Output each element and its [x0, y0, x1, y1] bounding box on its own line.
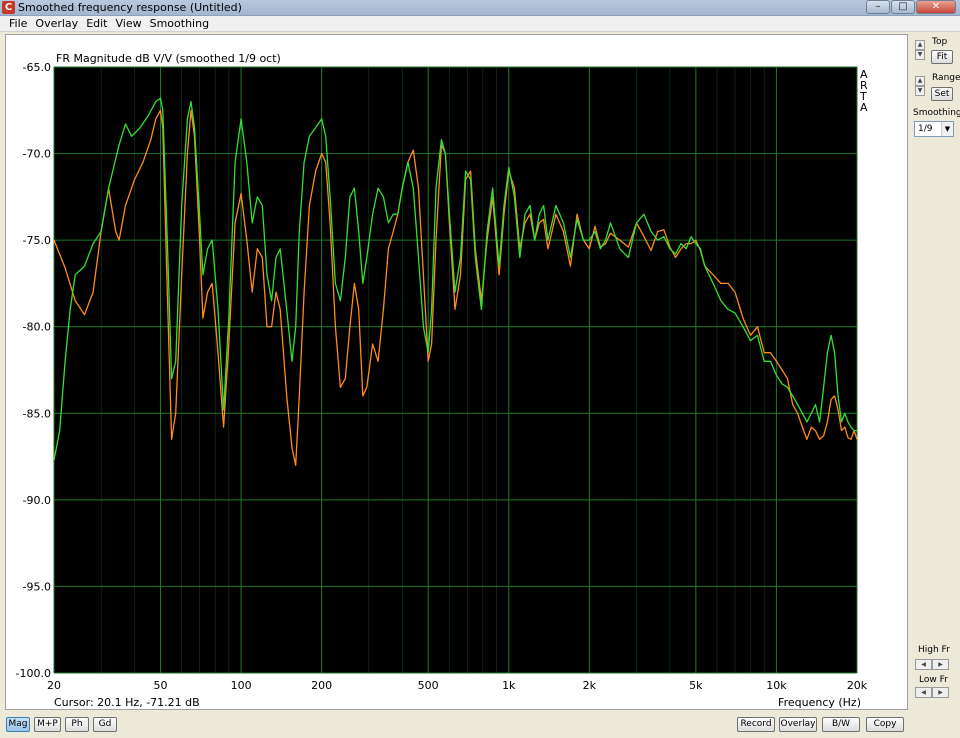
menu-edit[interactable]: Edit: [82, 16, 111, 31]
high-fr-label: High Fr: [918, 645, 950, 655]
x-tick-label: 100: [231, 679, 252, 692]
menu-overlay[interactable]: Overlay: [31, 16, 82, 31]
smoothing-select[interactable]: 1/9 ▼: [914, 121, 954, 137]
record-button[interactable]: Record: [737, 717, 775, 732]
plot-canvas[interactable]: FR Magnitude dB V/V (smoothed 1/9 oct) -…: [5, 34, 908, 710]
brand-letter-a2: A: [860, 101, 868, 114]
minimize-icon[interactable]: –: [866, 0, 890, 14]
x-tick-label: 2k: [583, 679, 597, 692]
top-label: Top: [932, 37, 948, 47]
window-title: Smoothed frequency response (Untitled): [18, 1, 242, 14]
y-tick-label: -65.0: [23, 61, 51, 74]
bw-button[interactable]: B/W: [822, 717, 860, 732]
top-up-icon[interactable]: ▲: [915, 40, 925, 50]
y-tick-label: -85.0: [23, 407, 51, 420]
title-bar: C Smoothed frequency response (Untitled)…: [0, 0, 960, 16]
maximize-icon[interactable]: □: [891, 0, 915, 14]
x-tick-label: 500: [418, 679, 439, 692]
ph-button[interactable]: Ph: [65, 717, 89, 732]
fit-button[interactable]: Fit: [931, 50, 953, 64]
x-tick-label: 5k: [689, 679, 703, 692]
x-tick-label: 20k: [847, 679, 868, 692]
y-tick-label: -95.0: [23, 580, 51, 593]
gd-button[interactable]: Gd: [93, 717, 117, 732]
mag-button[interactable]: Mag: [6, 717, 30, 732]
x-tick-label: 20: [47, 679, 61, 692]
x-tick-label: 50: [154, 679, 168, 692]
chevron-down-icon[interactable]: ▼: [941, 122, 953, 136]
smoothing-label: Smoothing: [913, 108, 960, 118]
y-tick-label: -100.0: [16, 667, 51, 680]
x-tick-labels: 20 50 100 200 500 1k 2k 5k 10k 20k: [47, 679, 868, 692]
chart-title: FR Magnitude dB V/V (smoothed 1/9 oct): [56, 52, 281, 65]
x-tick-label: 200: [311, 679, 332, 692]
copy-button[interactable]: Copy: [866, 717, 904, 732]
low-fr-label: Low Fr: [919, 675, 948, 685]
mp-button[interactable]: M+P: [34, 717, 61, 732]
x-axis-label: Frequency (Hz): [778, 696, 861, 709]
y-tick-label: -80.0: [23, 321, 51, 334]
menu-file[interactable]: File: [5, 16, 31, 31]
y-tick-label: -75.0: [23, 234, 51, 247]
y-tick-labels: -65.0 -70.0 -75.0 -80.0 -85.0 -90.0 -95.0 -100.…: [16, 61, 51, 680]
top-spinner[interactable]: ▲ ▼: [915, 40, 925, 60]
high-fr-left-icon[interactable]: ◀: [915, 659, 932, 670]
side-panel: ▲ ▼ Top Fit ▲ ▼ Range Set Smoothing 1/9 …: [910, 34, 960, 710]
high-fr-right-icon[interactable]: ▶: [932, 659, 949, 670]
range-down-icon[interactable]: ▼: [915, 86, 925, 96]
range-up-icon[interactable]: ▲: [915, 76, 925, 86]
menu-smoothing[interactable]: Smoothing: [146, 16, 213, 31]
range-label: Range: [932, 73, 960, 83]
low-fr-arrows: ◀ ▶: [915, 687, 949, 698]
app-icon: C: [2, 1, 15, 14]
close-icon[interactable]: ✕: [916, 0, 956, 14]
frequency-response-plot[interactable]: FR Magnitude dB V/V (smoothed 1/9 oct) -…: [6, 35, 907, 709]
x-tick-label: 1k: [502, 679, 516, 692]
plot-area-background: [54, 67, 857, 673]
y-tick-label: -90.0: [23, 494, 51, 507]
top-down-icon[interactable]: ▼: [915, 50, 925, 60]
low-fr-right-icon[interactable]: ▶: [932, 687, 949, 698]
y-tick-label: -70.0: [23, 148, 51, 161]
x-tick-label: 10k: [766, 679, 787, 692]
set-button[interactable]: Set: [931, 87, 953, 101]
menu-view[interactable]: View: [112, 16, 146, 31]
overlay-button[interactable]: Overlay: [779, 717, 817, 732]
low-fr-left-icon[interactable]: ◀: [915, 687, 932, 698]
high-fr-arrows: ◀ ▶: [915, 659, 949, 670]
window-controls: – □ ✕: [865, 0, 956, 15]
cursor-readout: Cursor: 20.1 Hz, -71.21 dB: [54, 696, 200, 709]
range-spinner[interactable]: ▲ ▼: [915, 76, 925, 96]
bottom-toolbar: Mag M+P Ph Gd Record Overlay B/W Copy: [0, 712, 960, 738]
menu-bar: File Overlay Edit View Smoothing: [0, 16, 960, 32]
smoothing-value: 1/9: [918, 124, 933, 134]
